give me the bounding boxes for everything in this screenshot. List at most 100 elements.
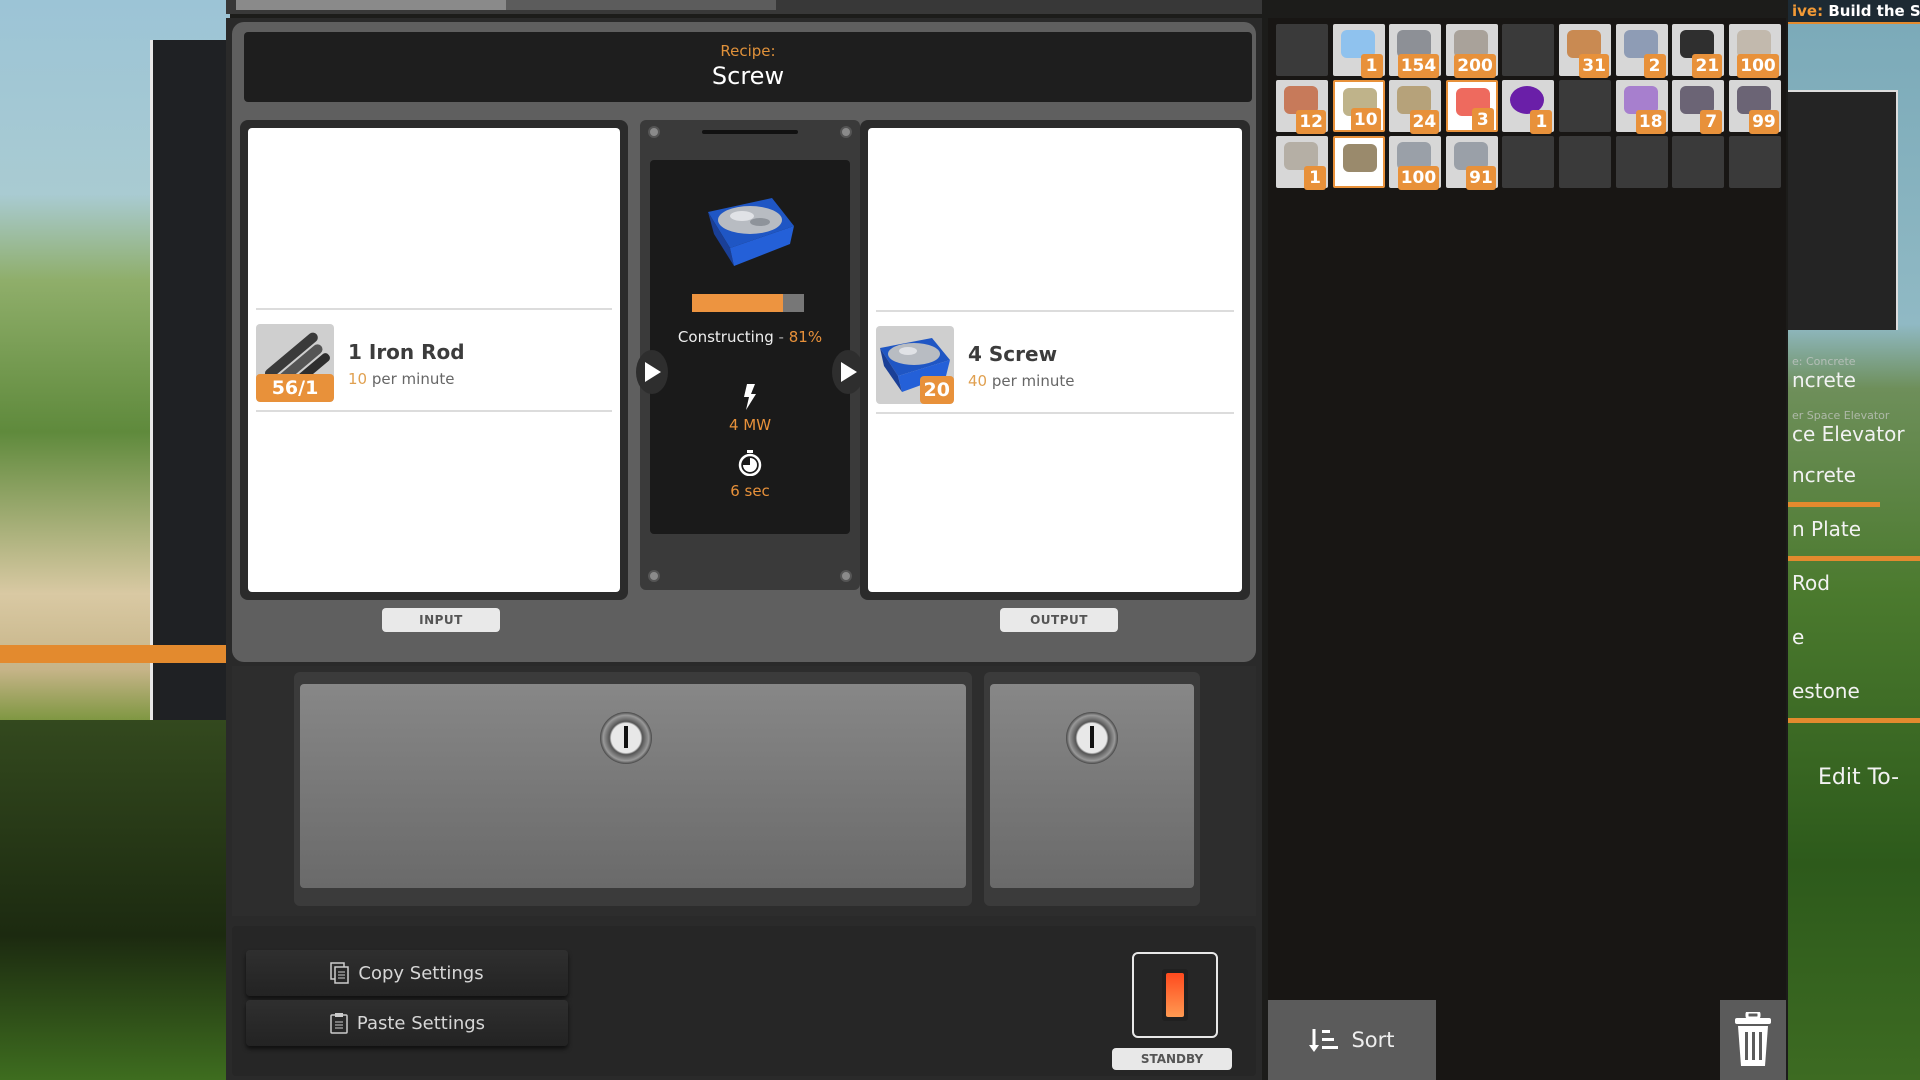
standby-label: STANDBY xyxy=(1112,1048,1232,1070)
copy-settings-label: Copy Settings xyxy=(358,962,484,984)
todo-item: estone xyxy=(1788,679,1920,733)
inventory-slot[interactable]: 1 xyxy=(1502,80,1555,134)
screw-icon[interactable]: 20 xyxy=(876,326,954,404)
inventory-slot[interactable]: 91 xyxy=(1445,136,1498,190)
slot-count: 1 xyxy=(1360,54,1383,78)
output-rate-unit: per minute xyxy=(991,372,1075,390)
clipboard-icon xyxy=(330,1013,348,1034)
lock-icon xyxy=(1066,712,1118,764)
inventory-slot-empty[interactable] xyxy=(1502,136,1555,188)
slot-count: 91 xyxy=(1466,166,1496,190)
sort-button[interactable]: Sort xyxy=(1268,1000,1436,1080)
input-item-name: 1 Iron Rod xyxy=(348,340,465,364)
paste-settings-label: Paste Settings xyxy=(356,1012,486,1034)
inventory-slot-empty[interactable] xyxy=(1728,136,1781,188)
slot-count: 2 xyxy=(1643,54,1666,78)
production-status: Constructing - 81% xyxy=(650,328,850,346)
output-item-rate: 40 per minute xyxy=(968,372,1074,390)
iron-rod-icon[interactable]: 56/1 xyxy=(256,324,334,402)
copy-settings-button[interactable]: Copy Settings xyxy=(246,950,568,996)
process-slot xyxy=(702,130,798,134)
slot-count: 99 xyxy=(1749,110,1779,134)
inventory-footer: Sort xyxy=(1268,1000,1786,1080)
inventory-slot[interactable]: 7 xyxy=(1672,80,1725,134)
inventory-slot[interactable]: 1 xyxy=(1332,24,1385,78)
switch-body xyxy=(1162,969,1188,1021)
slot-count: 24 xyxy=(1409,110,1440,134)
inventory-slot[interactable]: 12 xyxy=(1276,80,1328,134)
inventory-grid: 1 154 200 31 2 21 100 12 10 24 3 1 18 7 99 1 100 91 xyxy=(1276,24,1781,190)
output-tag: OUTPUT xyxy=(1000,608,1118,632)
process-frame: Constructing - 81% 4 MW 6 sec xyxy=(636,120,864,590)
todo-item: ncrete xyxy=(1788,463,1920,517)
game-world-right: ive: Build the Sp e: Concretencreteer Sp… xyxy=(1788,0,1920,1080)
inventory-slot[interactable]: 99 xyxy=(1728,80,1781,134)
inventory-slot[interactable]: 31 xyxy=(1558,24,1611,78)
play-arrow-icon xyxy=(645,362,661,382)
inventory-slot-empty[interactable] xyxy=(1276,24,1328,76)
inventory-slot-empty[interactable] xyxy=(1502,24,1555,76)
input-rate-value: 10 xyxy=(348,370,368,388)
objective-text: Build the Sp xyxy=(1828,2,1920,20)
input-storage-hatch[interactable] xyxy=(300,684,966,888)
inventory-slot[interactable]: 3 xyxy=(1445,80,1498,132)
inventory-slot[interactable]: 100 xyxy=(1728,24,1781,78)
inventory-slot[interactable]: 154 xyxy=(1389,24,1442,78)
slot-count: 7 xyxy=(1700,110,1723,134)
todo-item-label: estone xyxy=(1792,679,1860,703)
sort-icon xyxy=(1309,1029,1339,1052)
input-item-row: 56/1 1 Iron Rod 10 per minute xyxy=(256,308,612,412)
todo-list: e: Concrete ncrete er Space Elevator ce Ele… xyxy=(1788,355,1920,733)
output-panel: 20 4 Screw 40 per minute xyxy=(868,128,1242,592)
inventory-slot[interactable]: 1 xyxy=(1276,136,1328,190)
paste-settings-button[interactable]: Paste Settings xyxy=(246,1000,568,1046)
standby-toggle-switch[interactable] xyxy=(1132,952,1218,1038)
tab-1[interactable] xyxy=(236,0,506,10)
edit-todo-button[interactable]: Edit To- xyxy=(1818,765,1899,790)
inventory-slot[interactable]: 200 xyxy=(1445,24,1498,78)
slot-count: 200 xyxy=(1454,54,1496,78)
controls-area: Copy Settings Paste Settings STANDBY xyxy=(232,926,1256,1076)
todo-item: e: Concrete ncrete xyxy=(1788,355,1920,409)
production-progress-bar xyxy=(692,294,804,312)
input-panel: 56/1 1 Iron Rod 10 per minute xyxy=(248,128,620,592)
slot-count: 154 xyxy=(1397,54,1440,78)
tab-2[interactable] xyxy=(506,0,776,10)
screw-decor xyxy=(840,570,852,582)
recipe-header[interactable]: Recipe: Screw xyxy=(244,32,1252,102)
slot-count: 31 xyxy=(1579,54,1609,78)
inventory-slot[interactable]: 21 xyxy=(1672,24,1725,78)
inventory-slot[interactable]: 10 xyxy=(1332,80,1385,132)
recipe-label: Recipe: xyxy=(720,42,776,60)
slot-count: 100 xyxy=(1397,166,1440,190)
output-storage-hatch[interactable] xyxy=(990,684,1194,888)
todo-item: n Plate xyxy=(1788,517,1920,571)
todo-progress-bar xyxy=(1788,718,1920,723)
slot-count: 1 xyxy=(1304,166,1326,190)
inventory-slot[interactable]: 2 xyxy=(1615,24,1668,78)
inventory-slot[interactable]: 18 xyxy=(1615,80,1668,134)
inventory-slot-empty[interactable] xyxy=(1558,136,1611,188)
todo-item-label: n Plate xyxy=(1792,517,1862,541)
input-arrow xyxy=(636,350,668,394)
screw-product-icon xyxy=(708,198,794,266)
todo-progress-bar xyxy=(1788,502,1881,507)
slot-count: 21 xyxy=(1692,54,1723,78)
inventory-slot-empty[interactable] xyxy=(1672,136,1725,188)
constructor-panel: Recipe: Screw 56/1 1 Iron Rod 10 per min… xyxy=(226,18,1262,1080)
trash-button[interactable] xyxy=(1720,1000,1786,1080)
todo-item-label: e xyxy=(1792,625,1805,649)
screw-decor xyxy=(840,126,852,138)
inventory-slot[interactable] xyxy=(1332,136,1385,188)
player-inventory: 1 154 200 31 2 21 100 12 10 24 3 1 18 7 99 1 100 91 Sort xyxy=(1268,18,1786,1080)
todo-item: Rod xyxy=(1788,571,1920,625)
inventory-slot[interactable]: 100 xyxy=(1389,136,1442,190)
objective-banner: ive: Build the Sp xyxy=(1788,0,1920,24)
todo-progress-bar xyxy=(1788,556,1920,561)
status-label: Constructing xyxy=(677,328,774,346)
inventory-slot[interactable]: 24 xyxy=(1389,80,1442,134)
power-icon xyxy=(744,384,756,410)
inventory-slot-empty[interactable] xyxy=(1615,136,1668,188)
todo-item-label: ce Elevator xyxy=(1792,422,1905,446)
inventory-slot-empty[interactable] xyxy=(1558,80,1611,132)
